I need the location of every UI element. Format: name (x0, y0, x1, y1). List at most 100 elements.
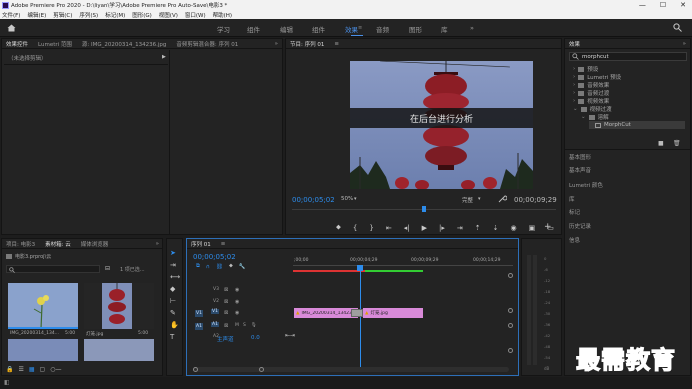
fx-folder-audio-effects[interactable]: › 音频效果 (573, 81, 609, 89)
workspace-tab-audio[interactable]: 音频 (376, 24, 389, 34)
sync-lock-icon[interactable]: ⊠ (224, 310, 228, 316)
master-expand-icon[interactable]: ⇤⇥ (285, 332, 295, 339)
effects-search-value[interactable]: morphcut (582, 54, 609, 60)
program-monitor-tab[interactable]: 节目: 序列 01 (290, 40, 324, 48)
time-ruler[interactable]: ;00;00 00;00;04;29 00;00;09;29 00;00;14;… (293, 257, 513, 272)
scroll-handle[interactable] (508, 323, 513, 328)
section-markers[interactable]: 标记 (569, 208, 580, 216)
master-volume[interactable]: 0.0 (251, 335, 260, 341)
workspace-tab-color[interactable]: 组件 (312, 24, 325, 34)
effects-more-button[interactable]: » (683, 41, 690, 47)
close-button[interactable]: ✕ (680, 1, 686, 9)
ripple-edit-tool-icon[interactable]: ⟷ (170, 273, 180, 281)
sequence-tab[interactable]: 序列 01 (191, 240, 211, 248)
bin-search-field[interactable] (6, 265, 100, 273)
tab-audio-clip-mixer[interactable]: 音频剪辑混合器: 序列 01 (176, 40, 238, 48)
workspace-tab-effects[interactable]: 效果 (345, 24, 358, 34)
track-label-v3[interactable]: V3 (213, 287, 219, 292)
timeline-settings-icon[interactable]: 🔧 (239, 264, 246, 270)
menu-edit[interactable]: 编辑(E) (27, 11, 46, 19)
project-more-button[interactable]: » (156, 241, 162, 247)
settings-wrench-icon[interactable] (498, 195, 507, 203)
workspace-tab-edit[interactable]: 编辑 (280, 24, 293, 34)
quality-dropdown-icon[interactable]: ▾ (478, 196, 481, 202)
menu-marker[interactable]: 标记(M) (105, 11, 125, 19)
fx-folder-video-effects[interactable]: › 视频效果 (573, 97, 609, 105)
media-thumbnail-2[interactable] (84, 283, 154, 329)
zoom-slider-icon[interactable]: ○— (50, 366, 61, 373)
scroll-handle[interactable] (508, 348, 513, 353)
track-label-a1[interactable]: A1 (211, 322, 219, 327)
program-playhead[interactable] (422, 206, 426, 212)
timeline-vertical-scrollbar[interactable] (508, 273, 513, 371)
workspace-menu-icon[interactable]: ≡ (358, 25, 362, 31)
media-thumbnail-1[interactable] (8, 283, 78, 329)
step-back-icon[interactable]: ◂| (404, 224, 410, 232)
add-marker-icon[interactable]: ⬥ (229, 263, 233, 270)
zoom-dropdown-icon[interactable]: ▾ (354, 196, 357, 202)
lock-icon[interactable]: 🔒 (6, 366, 13, 373)
tab-bin[interactable]: 素材箱: 云 (45, 240, 71, 248)
go-to-out-icon[interactable]: ⇥ (457, 224, 463, 232)
section-essential-graphics[interactable]: 基本图形 (569, 153, 591, 161)
snap-icon[interactable]: ∩ (206, 264, 210, 270)
panel-menu-icon[interactable]: ≡ (334, 41, 339, 47)
timeline-clip-1[interactable]: ▲ IMG_20200314_134236.jpg (294, 308, 358, 318)
step-forward-icon[interactable]: |▸ (439, 224, 445, 232)
track-label-v1[interactable]: V1 (211, 309, 219, 314)
freeform-view-icon[interactable]: ▢ (40, 366, 46, 373)
maximize-button[interactable]: ☐ (660, 1, 666, 9)
fx-folder-dissolve[interactable]: ⌄ 溶解 (581, 113, 609, 121)
source-patch-v1[interactable]: V1 (195, 310, 203, 317)
tab-project[interactable]: 项目: 电影3 (6, 240, 35, 248)
sync-lock-icon[interactable]: ⊠ (224, 299, 228, 305)
scroll-handle[interactable] (508, 308, 513, 313)
media-thumbnail-4[interactable] (84, 339, 154, 361)
eye-icon[interactable]: ◉ (235, 299, 239, 305)
source-patch-a1[interactable]: A1 (195, 323, 203, 330)
timeline-horizontal-scrollbar[interactable] (193, 367, 509, 372)
section-info[interactable]: 信息 (569, 236, 580, 244)
panel-more-button[interactable]: » (275, 41, 282, 47)
mark-out-icon[interactable]: } (369, 224, 373, 232)
fx-folder-audio-transitions[interactable]: › 音频过渡 (573, 89, 609, 97)
workspace-tab-graphics[interactable]: 图形 (409, 24, 422, 34)
selection-tool-icon[interactable]: ➤ (170, 249, 180, 257)
mark-in-icon[interactable]: { (353, 224, 357, 232)
button-editor-add-icon[interactable]: + (544, 222, 552, 232)
home-icon[interactable] (7, 24, 16, 32)
scroll-handle[interactable] (508, 273, 513, 278)
nest-icon[interactable]: ⧉ (196, 263, 200, 270)
filter-icon[interactable]: ⊟ (105, 265, 110, 272)
extract-icon[interactable]: ⇣ (493, 224, 499, 232)
section-lumetri-color[interactable]: Lumetri 颜色 (569, 181, 603, 189)
timeline-timecode[interactable]: 00;00;05;02 (193, 253, 236, 261)
delete-icon[interactable]: 🗑 (673, 140, 681, 147)
workspace-tab-learn[interactable]: 学习 (217, 24, 230, 34)
tab-source[interactable]: 源: IMG_20200314_134236.jpg (82, 40, 166, 48)
expand-arrow-icon[interactable]: ▶ (162, 54, 166, 60)
sequence-menu-icon[interactable]: ≡ (221, 241, 226, 247)
voiceover-icon[interactable]: 🎙 (251, 323, 257, 328)
workspace-tab-libraries[interactable]: 库 (441, 24, 448, 34)
search-icon[interactable] (673, 23, 682, 32)
effects-panel-title[interactable]: 效果 (569, 40, 580, 48)
track-label-v2[interactable]: V2 (213, 299, 219, 304)
menu-sequence[interactable]: 序列(S) (79, 11, 98, 19)
new-bin-icon[interactable]: ■ (658, 140, 664, 147)
media-thumbnail-3[interactable] (8, 339, 78, 361)
menu-graphics[interactable]: 图形(G) (132, 11, 152, 19)
icon-view-icon[interactable]: ▦ (29, 366, 35, 373)
scroll-handle[interactable] (259, 367, 264, 372)
section-essential-sound[interactable]: 基本声音 (569, 166, 591, 174)
sync-lock-icon[interactable]: ⊠ (224, 323, 228, 329)
minimize-button[interactable]: — (639, 1, 646, 9)
section-history[interactable]: 历史记录 (569, 222, 591, 230)
type-tool-icon[interactable]: T (170, 333, 180, 341)
play-icon[interactable]: ▶ (422, 224, 427, 232)
pen-tool-icon[interactable]: ✎ (170, 309, 180, 317)
hand-tool-icon[interactable]: ✋ (170, 321, 180, 329)
tab-effect-controls[interactable]: 效果控件 (6, 40, 28, 48)
tab-media-browser[interactable]: 媒体浏览器 (81, 240, 109, 248)
add-marker-icon[interactable]: ⬥ (336, 223, 341, 232)
